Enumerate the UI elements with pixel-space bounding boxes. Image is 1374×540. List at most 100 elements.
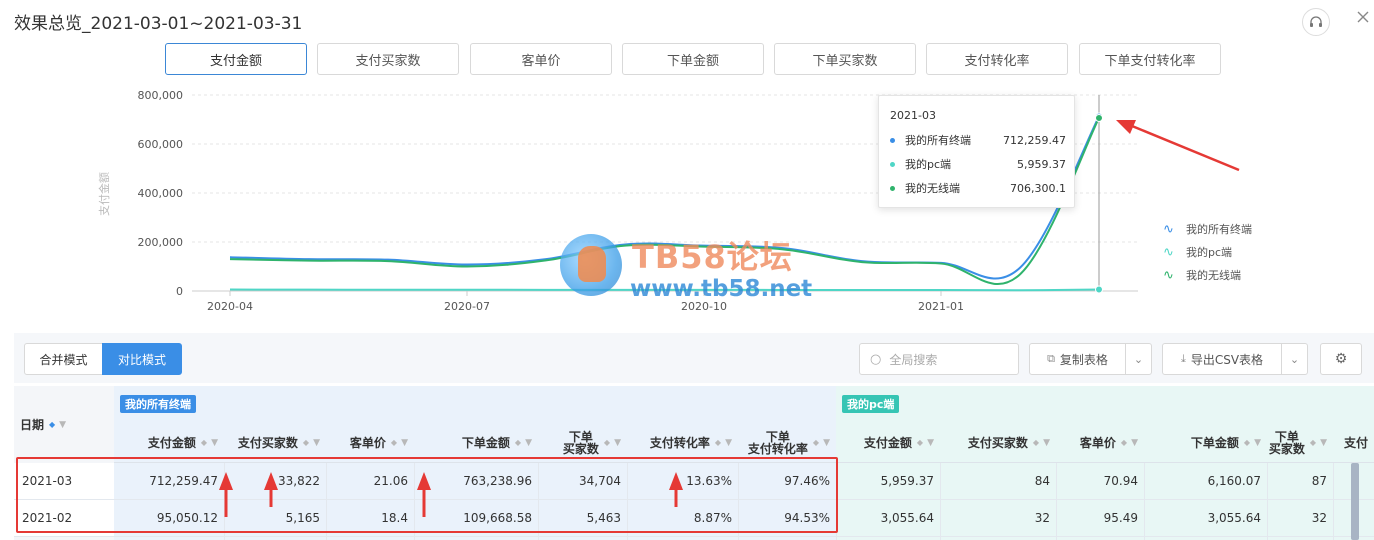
legend-label: 我的pc端 [1186, 246, 1233, 259]
global-search-input[interactable]: ○ 全局搜索 [859, 343, 1019, 375]
sort-icon[interactable]: ◆ [1244, 437, 1250, 449]
watermark: TB58论坛 www.tb58.net [560, 232, 820, 304]
filter-icon[interactable]: ▼ [1043, 437, 1050, 449]
filter-icon[interactable]: ▼ [401, 437, 408, 449]
column-header-all-5[interactable]: 支付转化率 ◆ ▼ [627, 426, 738, 460]
filter-icon[interactable]: ▼ [614, 437, 621, 449]
chevron-down-icon[interactable]: ⌄ [1281, 344, 1307, 374]
wave-icon: ∿ [1163, 221, 1174, 237]
table-cell: 32 [1034, 511, 1050, 525]
column-header-all-3[interactable]: 下单金额 ◆ ▼ [414, 426, 538, 460]
y-tick-label: 200,000 [138, 236, 184, 249]
filter-icon[interactable]: ▼ [211, 437, 218, 449]
column-header-line: 下单金额 [461, 436, 510, 450]
column-header-pc-0[interactable]: 支付金额 ◆ ▼ [836, 426, 940, 460]
legend-item-wireless[interactable]: ∿ 我的无线端 [1163, 267, 1241, 283]
y-tick-label: 600,000 [138, 138, 184, 151]
tab-order-buyers[interactable]: 下单买家数 [774, 43, 916, 75]
copy-table-button[interactable]: ⧉ 复制表格 ⌄ [1029, 343, 1152, 375]
column-header-pc-3[interactable]: 下单金额 ◆ ▼ [1144, 426, 1267, 460]
page-title: 效果总览_2021-03-01~2021-03-31 [14, 14, 303, 34]
compare-mode-button[interactable]: 对比模式 [102, 343, 182, 375]
table-cell: 84 [1034, 474, 1050, 488]
table-cell: 5,959.37 [880, 474, 934, 488]
column-header-label: 支付转化率 [650, 437, 710, 449]
column-header-line: 支付买家数 [967, 436, 1028, 450]
tooltip-series-value: 712,259.47 [1003, 133, 1066, 147]
tab-order-amount[interactable]: 下单金额 [622, 43, 764, 75]
tooltip-row: 我的无线端 706,300.1 [890, 180, 1066, 196]
filter-icon[interactable]: ▼ [313, 437, 320, 449]
y-tick-label: 400,000 [138, 187, 184, 200]
hand-icon [578, 246, 606, 282]
legend-item-all[interactable]: ∿ 我的所有终端 [1163, 221, 1252, 237]
table-cell: 32 [1311, 511, 1327, 525]
sort-icon[interactable]: ◆ [1310, 437, 1316, 449]
tab-pay-amount[interactable]: 支付金额 [165, 43, 307, 75]
sort-icon[interactable]: ◆ [49, 420, 55, 429]
sort-icon[interactable]: ◆ [1121, 437, 1127, 449]
x-tick-label: 2021-01 [918, 300, 964, 313]
column-header-pc-2[interactable]: 客单价 ◆ ▼ [1056, 426, 1144, 460]
column-header-label: 客单价 [350, 437, 386, 449]
column-header-label: 支付买家数 [238, 437, 298, 449]
filter-icon[interactable]: ▼ [1254, 437, 1261, 449]
sort-icon[interactable]: ◆ [715, 437, 721, 449]
series-point-1[interactable] [1095, 285, 1103, 294]
column-header-label: 下单金额 [462, 437, 510, 449]
sort-icon[interactable]: ◆ [515, 437, 521, 449]
download-icon: ⤓ [1180, 352, 1186, 365]
wave-icon: ∿ [1163, 267, 1174, 283]
sort-icon[interactable]: ◆ [391, 437, 397, 449]
sort-icon[interactable]: ◆ [917, 437, 923, 449]
column-header-all-4[interactable]: 下单 买家数 ◆ ▼ [538, 426, 627, 460]
column-header-line: 支付买家数 [237, 436, 298, 450]
tab-pay-buyers[interactable]: 支付买家数 [317, 43, 459, 75]
tab-order-pay-conversion[interactable]: 下单支付转化率 [1079, 43, 1221, 75]
column-header-line: 支付 [1343, 436, 1368, 450]
group-tag-all: 我的所有终端 [120, 395, 196, 413]
sort-icon[interactable]: ◆ [813, 437, 819, 449]
legend-label: 我的无线端 [1186, 269, 1241, 282]
x-tick-label: 2020-07 [444, 300, 490, 313]
export-csv-button[interactable]: ⤓ 导出CSV表格 ⌄ [1162, 343, 1308, 375]
sort-icon[interactable]: ◆ [303, 437, 309, 449]
sort-icon[interactable]: ◆ [1033, 437, 1039, 449]
column-header-date[interactable]: 日期 ◆ ▼ [20, 416, 66, 433]
watermark-text: TB58论坛 [632, 238, 793, 276]
column-header-all-1[interactable]: 支付买家数 ◆ ▼ [224, 426, 326, 460]
table-cell: 3,055.64 [1207, 511, 1261, 525]
y-axis-label: 支付金额 [97, 172, 111, 216]
sort-icon[interactable]: ◆ [201, 437, 207, 449]
filter-icon[interactable]: ▼ [823, 437, 830, 449]
tooltip-series-name: 我的无线端 [905, 182, 960, 195]
legend-item-pc[interactable]: ∿ 我的pc端 [1163, 244, 1232, 260]
filter-icon[interactable]: ▼ [725, 437, 732, 449]
tab-avg-order-value[interactable]: 客单价 [470, 43, 612, 75]
tab-pay-conversion[interactable]: 支付转化率 [926, 43, 1068, 75]
filter-icon[interactable]: ▼ [525, 437, 532, 449]
chevron-down-icon[interactable]: ⌄ [1125, 344, 1151, 374]
series-point-2[interactable] [1095, 113, 1103, 122]
column-header-pc-1[interactable]: 支付买家数 ◆ ▼ [940, 426, 1056, 460]
column-header-all-2[interactable]: 客单价 ◆ ▼ [326, 426, 414, 460]
vertical-scrollbar[interactable] [1351, 463, 1359, 540]
column-header-line: 买家数 [1268, 442, 1305, 456]
gear-icon[interactable]: ⚙ [1320, 343, 1362, 375]
headset-icon[interactable] [1302, 8, 1330, 36]
table-cell: 3,055.64 [880, 511, 934, 525]
filter-icon[interactable]: ▼ [59, 420, 66, 430]
series-dot-icon [890, 185, 895, 191]
column-header-pc-4[interactable]: 下单 买家数 ◆ ▼ [1267, 426, 1333, 460]
column-header-all-6[interactable]: 下单 支付转化率 ◆ ▼ [738, 426, 836, 460]
close-icon[interactable] [1352, 6, 1374, 28]
merge-mode-button[interactable]: 合并模式 [24, 343, 103, 375]
filter-icon[interactable]: ▼ [1320, 437, 1327, 449]
filter-icon[interactable]: ▼ [927, 437, 934, 449]
export-csv-label: 导出CSV表格 [1190, 352, 1264, 367]
column-header-all-0[interactable]: 支付金额 ◆ ▼ [114, 426, 224, 460]
column-header-pc-5[interactable]: 支付 [1333, 426, 1374, 460]
sort-icon[interactable]: ◆ [604, 437, 610, 449]
filter-icon[interactable]: ▼ [1131, 437, 1138, 449]
column-header-label: 支付金额 [148, 437, 196, 449]
